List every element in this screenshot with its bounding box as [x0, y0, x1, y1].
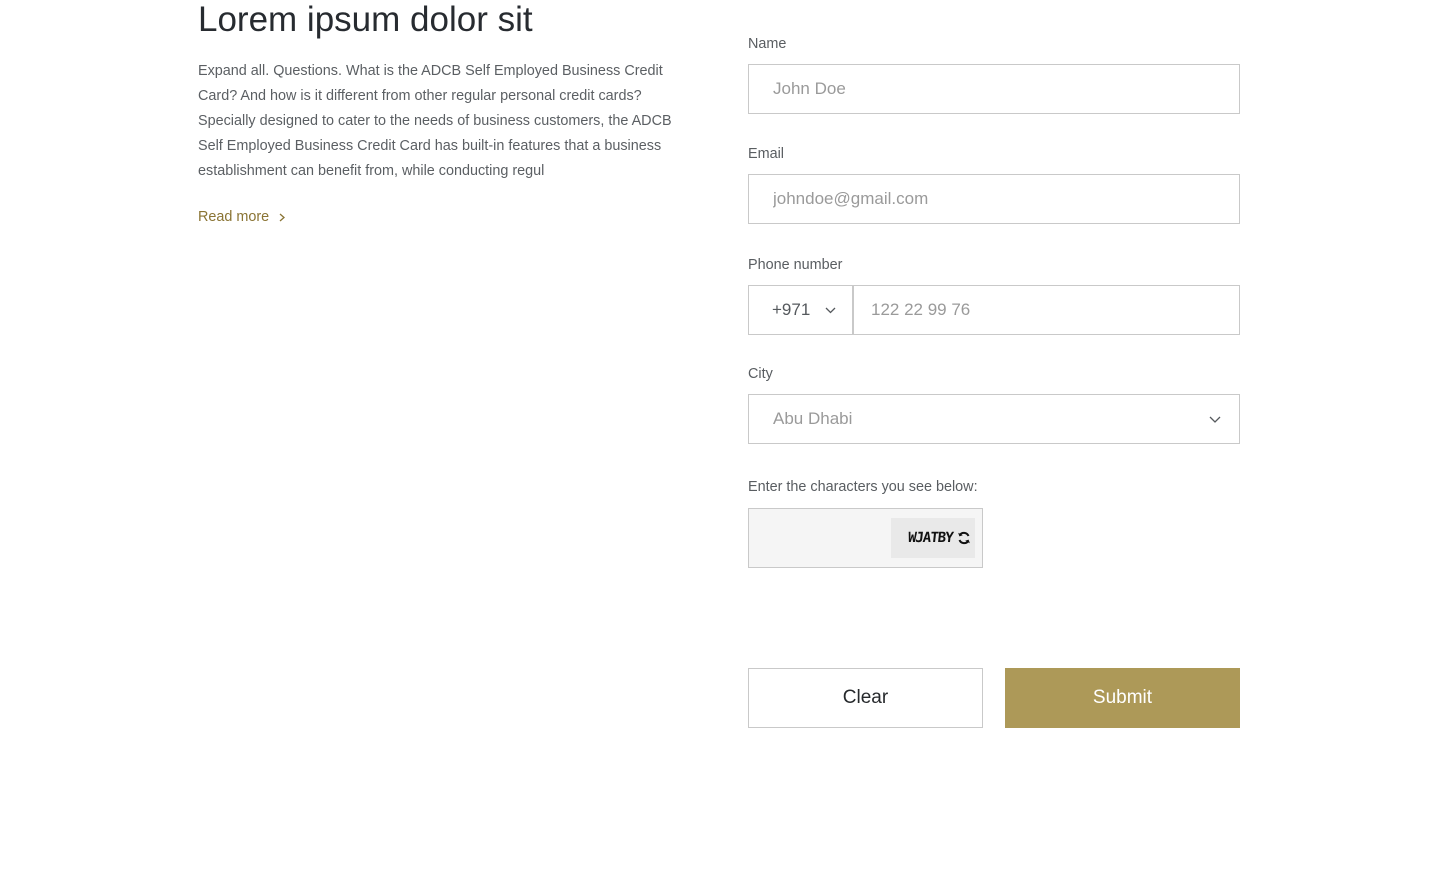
chevron-down-icon	[825, 307, 836, 313]
email-input[interactable]	[749, 175, 1239, 223]
phone-label: Phone number	[748, 257, 843, 273]
clear-button[interactable]: Clear	[748, 668, 983, 728]
read-more-label: Read more	[198, 209, 270, 225]
phone-row: +971	[748, 285, 1240, 335]
city-selected-value: Abu Dhabi	[773, 409, 853, 428]
city-label: City	[748, 366, 773, 382]
name-field-wrapper	[748, 64, 1240, 114]
country-code-value: +971	[772, 300, 811, 319]
name-input[interactable]	[749, 65, 1239, 113]
submit-button[interactable]: Submit	[1005, 668, 1240, 728]
email-label: Email	[748, 146, 784, 162]
phone-field-wrapper	[852, 285, 1240, 335]
country-code-select[interactable]: +971	[748, 285, 853, 335]
captcha-input[interactable]	[749, 509, 889, 567]
article-description: Expand all. Questions. What is the ADCB …	[198, 63, 672, 179]
captcha-image: WJATBY	[891, 518, 975, 558]
phone-input[interactable]	[854, 286, 1239, 334]
email-field-wrapper	[748, 174, 1240, 224]
city-select[interactable]: Abu Dhabi	[748, 394, 1240, 444]
page: Lorem ipsum dolor sit Expand all. Questi…	[0, 0, 1441, 873]
captcha-image-text: WJATBY	[907, 530, 954, 546]
refresh-icon[interactable]	[957, 531, 971, 545]
name-label: Name	[748, 36, 787, 52]
chevron-right-icon	[279, 213, 286, 221]
captcha-label: Enter the characters you see below:	[748, 479, 978, 495]
captcha-box: WJATBY	[748, 508, 983, 568]
chevron-down-icon	[1209, 416, 1221, 423]
read-more-link[interactable]: Read more	[198, 206, 286, 228]
article-title: Lorem ipsum dolor sit	[198, 0, 533, 39]
